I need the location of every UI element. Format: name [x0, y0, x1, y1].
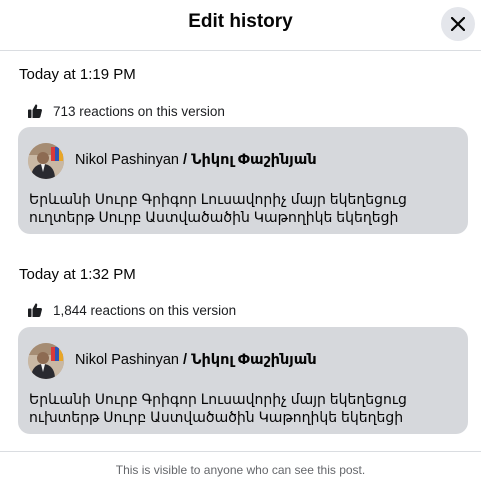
- dialog-header: Edit history: [0, 0, 481, 51]
- reactions-count: 713 reactions on this version: [27, 103, 225, 119]
- reactions-label: 713 reactions on this version: [53, 103, 225, 119]
- author-name-latin: Nikol Pashinyan: [75, 352, 179, 368]
- dialog-title: Edit history: [188, 11, 293, 32]
- reactions-count: 1,844 reactions on this version: [27, 302, 236, 318]
- author-name[interactable]: Nikol Pashinyan / Նիկոլ Փաշինյան: [75, 352, 317, 368]
- author-separator: /: [183, 352, 188, 368]
- post-text: Երևանի Սուրբ Գրիգոր Լուսավորիչ մայր եկեղ…: [29, 191, 407, 225]
- reactions-label: 1,844 reactions on this version: [53, 302, 237, 318]
- author-separator: /: [183, 152, 188, 168]
- author-name-latin: Nikol Pashinyan: [75, 152, 179, 168]
- author-name[interactable]: Nikol Pashinyan / Նիկոլ Փաշինյան: [75, 152, 317, 168]
- close-button[interactable]: [441, 7, 475, 41]
- author-name-armenian: Նիկոլ Փաշինյան: [191, 352, 317, 368]
- author-name-armenian: Նիկոլ Փաշինյան: [191, 152, 317, 168]
- version-timestamp: Today at 1:32 PM: [19, 266, 136, 283]
- version-timestamp: Today at 1:19 PM: [19, 66, 136, 83]
- avatar[interactable]: [28, 343, 64, 379]
- thumbs-up-icon: [27, 302, 43, 318]
- post-text: Երևանի Սուրբ Գրիգոր Լուսավորիչ մայր եկեղ…: [29, 391, 407, 425]
- visibility-note: This is visible to anyone who can see th…: [0, 451, 481, 484]
- post-version-card: Nikol Pashinyan / Նիկոլ Փաշինյան Երևանի …: [18, 127, 468, 234]
- avatar[interactable]: [28, 143, 64, 179]
- post-version-card: Nikol Pashinyan / Նիկոլ Փաշինյան Երևանի …: [18, 327, 468, 434]
- thumbs-up-icon: [27, 103, 43, 119]
- close-icon: [451, 17, 465, 31]
